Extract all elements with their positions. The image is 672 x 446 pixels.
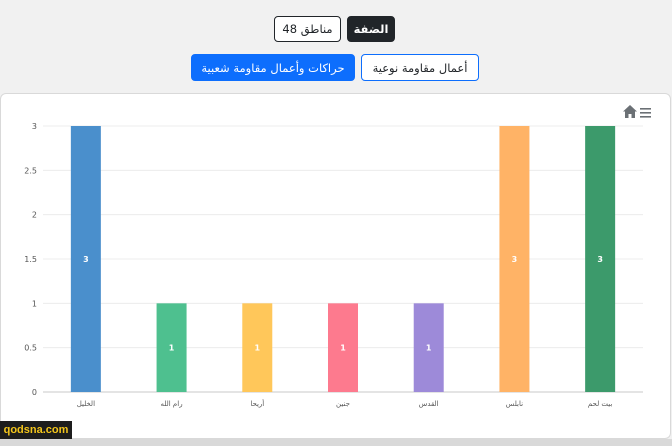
y-tick-label: 2.5 [24,166,37,175]
home-icon[interactable] [623,105,637,118]
chart-card: 0 0.5 1 1.5 2 2.5 3 3 1 1 1 1 3 3 الخليل رام الله أريح… [0,93,671,439]
west-bank-button[interactable]: الضفة [347,16,395,42]
bar-value-label: 3 [597,255,603,264]
bar-value-label: 3 [83,255,89,264]
y-tick-label: 2 [32,211,37,220]
x-axis-ticks: الخليل رام الله أريحا جنين القدس نابلس بيت لحم [77,399,613,408]
x-tick-label: بيت لحم [588,400,613,408]
bar-value-label: 1 [426,344,432,353]
areas-48-button[interactable]: مناطق 48 [274,16,341,42]
x-tick-label: جنين [336,400,350,408]
y-tick-label: 0 [32,388,37,397]
site-watermark: qodsna.com [0,421,72,439]
y-tick-label: 1 [32,299,37,308]
x-tick-label: القدس [419,400,439,408]
x-tick-label: أريحا [250,399,264,408]
y-tick-label: 1.5 [24,255,37,264]
y-tick-label: 3 [32,122,37,131]
menu-icon[interactable] [640,108,651,118]
x-tick-label: نابلس [506,400,523,408]
bar-value-label: 3 [512,255,518,264]
y-axis-ticks: 0 0.5 1 1.5 2 2.5 3 [24,122,37,397]
bar-value-label: 1 [169,344,175,353]
bottom-strip [0,439,672,446]
x-tick-label: رام الله [161,400,183,408]
popular-resistance-button[interactable]: حراكات وأعمال مقاومة شعبية [191,54,355,81]
y-tick-label: 0.5 [24,344,37,353]
bar-chart: 0 0.5 1 1.5 2 2.5 3 3 1 1 1 1 3 3 الخليل رام الله أريح… [24,105,651,408]
bar-value-label: 1 [340,344,346,353]
x-tick-label: الخليل [77,400,95,408]
qualitative-resistance-button[interactable]: أعمال مقاومة نوعية [361,54,479,81]
bar-value-label: 1 [254,344,260,353]
